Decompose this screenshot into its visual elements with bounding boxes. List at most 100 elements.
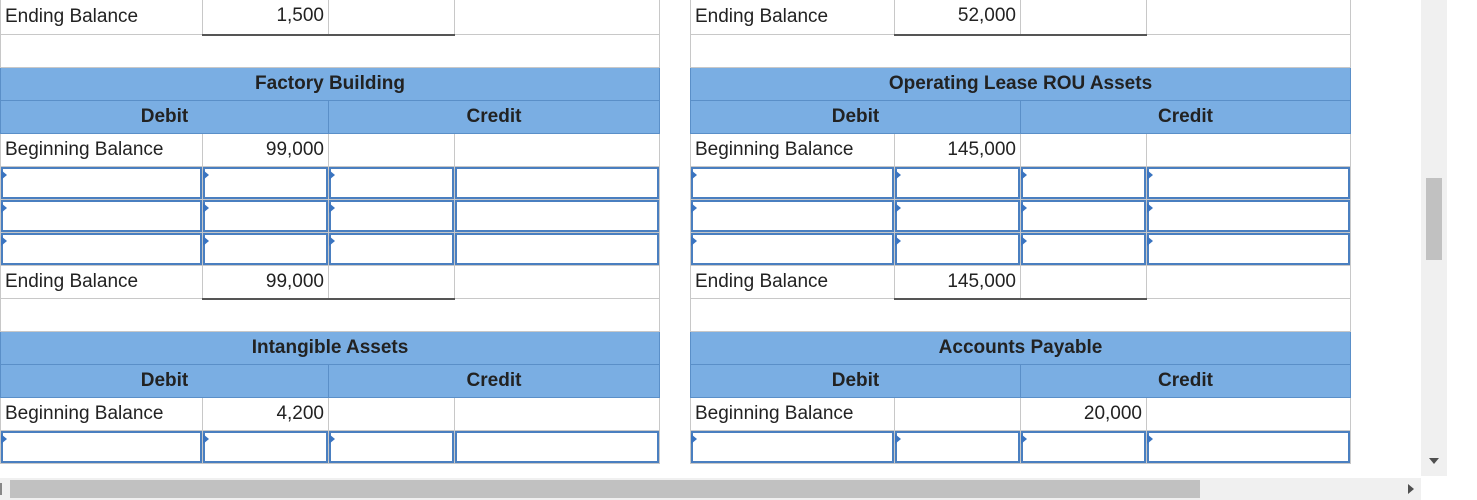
entry-cell (202, 232, 329, 266)
credit-amount-input[interactable] (329, 200, 454, 232)
debit-amount-input[interactable] (895, 200, 1020, 232)
rou-assets-title-row: Operating Lease ROU Assets (690, 67, 1351, 101)
cell-marker-icon (895, 434, 901, 444)
scroll-down-arrow-icon[interactable] (1429, 458, 1439, 464)
cell-marker-icon (1021, 170, 1027, 180)
cell-marker-icon (1, 236, 7, 246)
cell-marker-icon (691, 170, 697, 180)
debit-account-input[interactable] (1, 431, 202, 463)
debit-account-input[interactable] (691, 233, 894, 265)
ending-balance-credit-cell (328, 0, 455, 36)
ending-balance-label: Ending Balance (0, 0, 203, 35)
beginning-balance-label: Beginning Balance (0, 133, 203, 167)
debit-amount-input[interactable] (203, 431, 328, 463)
empty-cell (1146, 265, 1351, 299)
credit-amount-input[interactable] (329, 167, 454, 199)
debit-amount-input[interactable] (203, 233, 328, 265)
scroll-left-marker-icon[interactable] (0, 483, 2, 495)
cell-marker-icon (691, 203, 697, 213)
credit-account-input[interactable] (455, 431, 659, 463)
credit-header: Credit (328, 364, 660, 398)
debit-account-input[interactable] (1, 167, 202, 199)
ending-balance-credit-cell (1020, 265, 1147, 300)
credit-account-input[interactable] (1147, 233, 1350, 265)
scroll-right-arrow-icon[interactable] (1408, 484, 1414, 494)
ending-balance-value: 52,000 (894, 0, 1021, 36)
entry-cell (1146, 199, 1351, 233)
entry-row (0, 430, 660, 464)
credit-account-input[interactable] (455, 233, 659, 265)
beginning-balance-row: Beginning Balance 20,000 (690, 397, 1351, 431)
ending-balance-label: Ending Balance (690, 265, 895, 299)
empty-cell (454, 0, 660, 35)
beginning-balance-row: Beginning Balance 145,000 (690, 133, 1351, 167)
entry-row (690, 166, 1351, 200)
entry-cell (454, 199, 660, 233)
entry-cell (202, 199, 329, 233)
credit-amount-input[interactable] (1021, 233, 1146, 265)
empty-cell (1146, 0, 1351, 35)
entry-row (0, 199, 660, 233)
entry-cell (0, 430, 203, 464)
debit-amount-input[interactable] (895, 167, 1020, 199)
credit-amount-input[interactable] (329, 431, 454, 463)
scrollbar-thumb[interactable] (1426, 178, 1442, 260)
debit-amount-input[interactable] (203, 167, 328, 199)
cell-marker-icon (203, 203, 209, 213)
scrollbar-thumb[interactable] (10, 480, 1200, 498)
entry-row (690, 430, 1351, 464)
credit-account-input[interactable] (455, 167, 659, 199)
credit-amount-input[interactable] (329, 233, 454, 265)
credit-account-input[interactable] (455, 200, 659, 232)
accounts-payable-header-row: Debit Credit (690, 364, 1351, 398)
left-accounts-panel: Ending Balance 1,500 Factory Building De… (0, 0, 660, 464)
cell-marker-icon (1147, 236, 1153, 246)
cell-marker-icon (203, 434, 209, 444)
entry-cell (894, 199, 1021, 233)
credit-account-input[interactable] (1147, 200, 1350, 232)
intangible-assets-title: Intangible Assets (0, 331, 660, 365)
credit-account-input[interactable] (1147, 431, 1350, 463)
cell-marker-icon (329, 203, 335, 213)
empty-cell (894, 397, 1021, 431)
debit-account-input[interactable] (691, 167, 894, 199)
credit-amount-input[interactable] (1021, 167, 1146, 199)
spacer-row (0, 298, 660, 332)
debit-account-input[interactable] (1, 200, 202, 232)
debit-header: Debit (0, 364, 329, 398)
cell-marker-icon (895, 203, 901, 213)
entry-cell (894, 430, 1021, 464)
entry-row (690, 232, 1351, 266)
ending-balance-row: Ending Balance 145,000 (690, 265, 1351, 300)
vertical-scrollbar[interactable] (1421, 0, 1447, 476)
entry-cell (328, 166, 455, 200)
intangible-assets-header-row: Debit Credit (0, 364, 660, 398)
horizontal-scrollbar[interactable] (0, 478, 1421, 500)
cell-marker-icon (329, 170, 335, 180)
entry-cell (0, 199, 203, 233)
entry-cell (328, 232, 455, 266)
credit-amount-input[interactable] (1021, 200, 1146, 232)
beginning-balance-value: 99,000 (202, 133, 329, 167)
debit-account-input[interactable] (691, 200, 894, 232)
debit-amount-input[interactable] (203, 200, 328, 232)
debit-header: Debit (690, 100, 1021, 134)
beginning-balance-value: 145,000 (894, 133, 1021, 167)
empty-cell (1146, 133, 1351, 167)
credit-amount-input[interactable] (1021, 431, 1146, 463)
debit-account-input[interactable] (691, 431, 894, 463)
ending-balance-value: 99,000 (202, 265, 329, 300)
credit-account-input[interactable] (1147, 167, 1350, 199)
entry-cell (1020, 232, 1147, 266)
debit-amount-input[interactable] (895, 431, 1020, 463)
factory-building-header-row: Debit Credit (0, 100, 660, 134)
beginning-balance-label: Beginning Balance (690, 133, 895, 167)
accounts-payable-title: Accounts Payable (690, 331, 1351, 365)
empty-cell (328, 397, 455, 431)
debit-amount-input[interactable] (895, 233, 1020, 265)
cell-marker-icon (1021, 434, 1027, 444)
ending-balance-label: Ending Balance (0, 265, 203, 299)
beginning-balance-row: Beginning Balance 4,200 (0, 397, 660, 431)
cell-marker-icon (1147, 434, 1153, 444)
debit-account-input[interactable] (1, 233, 202, 265)
